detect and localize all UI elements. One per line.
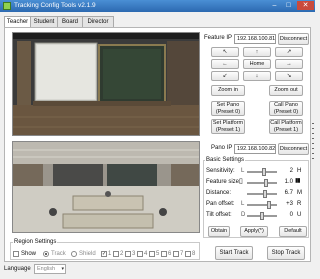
- region-number-label: 2: [120, 251, 124, 257]
- feature-camera-image: [13, 33, 199, 135]
- setting-label: Sensitivity:: [206, 168, 235, 174]
- pano-camera-view[interactable]: [12, 141, 200, 233]
- feature-ip-input[interactable]: 192.168.100.81: [234, 34, 276, 44]
- setting-slider-thumb[interactable]: [260, 212, 264, 220]
- apply-button[interactable]: Apply(*): [240, 226, 268, 237]
- ptz-down-button[interactable]: ↓: [243, 71, 271, 81]
- region-2-checkbox[interactable]: [113, 251, 119, 257]
- setting-min-label: L: [241, 168, 245, 174]
- setting-value: 6.7: [284, 190, 293, 196]
- shield-radio[interactable]: [71, 251, 77, 257]
- region-number-label: 1: [108, 251, 112, 257]
- track-radio[interactable]: [43, 251, 49, 257]
- obtain-button[interactable]: Obtain: [208, 226, 230, 237]
- setting-slider-thumb[interactable]: [264, 179, 268, 187]
- start-track-button[interactable]: Start Track: [215, 246, 253, 260]
- setting-slider-track: [247, 182, 277, 184]
- setting-value: 2: [289, 168, 293, 174]
- shield-label: Shield: [79, 251, 96, 257]
- maximize-button[interactable]: □: [282, 1, 295, 10]
- language-value: English: [37, 266, 56, 272]
- show-checkbox[interactable]: [13, 251, 19, 257]
- setting-label: Pan offset:: [206, 201, 235, 207]
- setting-slider-thumb[interactable]: [262, 168, 266, 176]
- setting-label: Feature size:: [206, 179, 241, 185]
- set-platform-button[interactable]: Set Platform (Preset 1): [211, 119, 245, 134]
- pano-disconnect-button[interactable]: Disconnect: [278, 143, 309, 155]
- setting-max-label: R: [297, 201, 302, 207]
- pano-ip-input[interactable]: 192.168.100.82: [234, 144, 276, 154]
- region-7-checkbox[interactable]: [173, 251, 179, 257]
- set-pano-button[interactable]: Set Pano (Preset 0): [211, 101, 245, 116]
- setting-value: 0: [289, 212, 293, 218]
- region-number-label: 8: [192, 251, 196, 257]
- region-4-checkbox[interactable]: [137, 251, 143, 257]
- setting-slider-thumb[interactable]: [263, 190, 267, 198]
- show-label: Show: [21, 251, 37, 257]
- setting-slider-track: [247, 204, 277, 206]
- region-number-label: 5: [156, 251, 160, 257]
- setting-slider-track: [247, 193, 277, 195]
- language-label: Language: [4, 266, 31, 272]
- side-edge-marks: [312, 123, 315, 163]
- ptz-down-left-button[interactable]: ↙: [211, 71, 239, 81]
- setting-min-label: D: [241, 212, 246, 218]
- ptz-home-button[interactable]: Home: [243, 59, 271, 69]
- stop-track-button[interactable]: Stop Track: [267, 246, 305, 260]
- region-number-label: 4: [144, 251, 148, 257]
- default-button[interactable]: Default: [279, 226, 307, 237]
- ptz-left-button[interactable]: ←: [211, 59, 239, 69]
- person-large-icon: ▮▮: [295, 178, 301, 184]
- region-3-checkbox[interactable]: [125, 251, 131, 257]
- setting-slider-thumb[interactable]: [267, 201, 271, 209]
- tab-student[interactable]: Student: [30, 16, 58, 27]
- track-label: Track: [51, 251, 66, 257]
- setting-label: Tilt offset:: [206, 212, 232, 218]
- teacher-panel: Feature IP 192.168.100.81 Disconnect ↖ ↑…: [4, 27, 311, 262]
- tab-board[interactable]: Board: [57, 16, 83, 27]
- setting-max-label: H: [297, 168, 302, 174]
- setting-max-label: M: [297, 190, 302, 196]
- basic-settings-title: Basic Settings: [205, 157, 246, 163]
- call-platform-button[interactable]: Call Platform (Preset 1): [269, 119, 303, 134]
- person-small-icon: ▯: [239, 178, 243, 185]
- language-select[interactable]: English ▾: [34, 264, 66, 274]
- setting-min-label: L: [241, 201, 245, 207]
- region-number-label: 6: [168, 251, 172, 257]
- chevron-down-icon: ▾: [61, 266, 64, 272]
- zoom-out-button[interactable]: Zoom out: [269, 85, 303, 96]
- region-6-checkbox[interactable]: [161, 251, 167, 257]
- pano-camera-image: [13, 142, 199, 232]
- region-number-label: 3: [132, 251, 136, 257]
- feature-disconnect-button[interactable]: Disconnect: [278, 33, 309, 45]
- region-settings-title: Region Settings: [13, 239, 58, 245]
- feature-camera-view[interactable]: [12, 32, 200, 136]
- ptz-up-left-button[interactable]: ↖: [211, 47, 239, 57]
- setting-label: Distance:: [206, 190, 232, 196]
- setting-max-label: U: [297, 212, 302, 218]
- region-1-checkbox[interactable]: ✓: [101, 251, 107, 257]
- title-bar: Tracking Config Tools v2.1.9 – □ ✕: [0, 0, 315, 12]
- window-title: Tracking Config Tools v2.1.9: [14, 2, 96, 9]
- region-number-label: 7: [180, 251, 184, 257]
- ptz-up-button[interactable]: ↑: [243, 47, 271, 57]
- call-pano-button[interactable]: Call Pano (Preset 0): [269, 101, 303, 116]
- feature-ip-label: Feature IP: [204, 35, 233, 41]
- ptz-up-right-button[interactable]: ↗: [275, 47, 303, 57]
- zoom-in-button[interactable]: Zoom in: [211, 85, 245, 96]
- app-icon: [3, 2, 11, 10]
- region-5-checkbox[interactable]: [149, 251, 155, 257]
- pano-ip-label: Pano IP: [211, 145, 233, 151]
- region-8-checkbox[interactable]: [185, 251, 191, 257]
- tab-director[interactable]: Director: [82, 16, 114, 27]
- ptz-right-button[interactable]: →: [275, 59, 303, 69]
- ptz-down-right-button[interactable]: ↘: [275, 71, 303, 81]
- minimize-button[interactable]: –: [268, 1, 281, 10]
- setting-value: 1.0: [284, 179, 293, 185]
- close-button[interactable]: ✕: [297, 1, 314, 10]
- setting-value: +3: [286, 201, 293, 207]
